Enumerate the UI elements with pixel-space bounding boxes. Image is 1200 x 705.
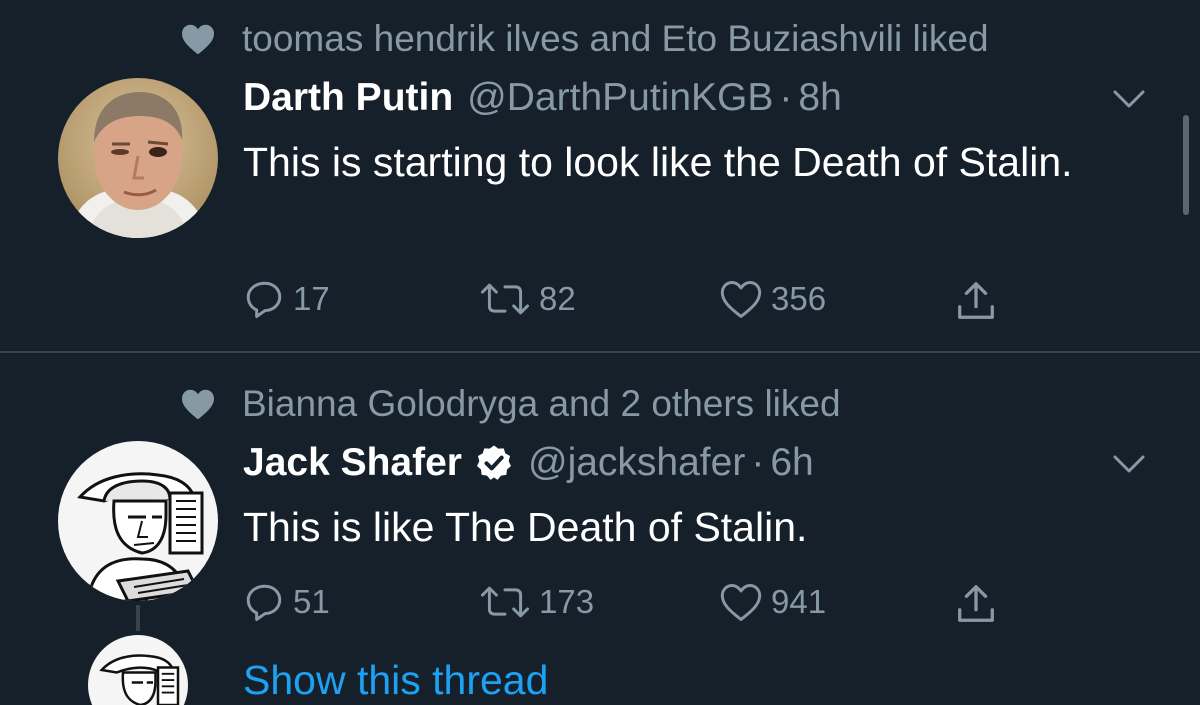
thread-connector-line bbox=[136, 605, 140, 631]
social-context: toomas hendrik ilves and Eto Buziashvili… bbox=[180, 18, 989, 60]
verified-badge-icon bbox=[476, 445, 511, 480]
social-context-text: toomas hendrik ilves and Eto Buziashvili… bbox=[242, 18, 989, 59]
reply-icon bbox=[246, 281, 282, 318]
display-name[interactable]: Darth Putin bbox=[243, 76, 453, 120]
handle[interactable]: @jackshafer bbox=[528, 441, 745, 485]
social-context: Bianna Golodryga and 2 others liked bbox=[180, 383, 841, 425]
tweet-actions: 51 173 941 bbox=[243, 581, 1023, 627]
like-icon bbox=[720, 281, 762, 318]
reply-button[interactable]: 51 bbox=[243, 581, 330, 623]
timeline: toomas hendrik ilves and Eto Buziashvili… bbox=[0, 0, 1200, 705]
like-count: 941 bbox=[771, 583, 827, 620]
heart-solid-icon bbox=[182, 389, 214, 420]
like-button[interactable]: 356 bbox=[719, 278, 826, 320]
thread-avatar[interactable] bbox=[88, 635, 188, 705]
tweet-text: This is like The Death of Stalin. bbox=[243, 504, 808, 550]
social-context-text: Bianna Golodryga and 2 others liked bbox=[242, 383, 841, 424]
share-icon bbox=[958, 585, 994, 622]
scrollbar[interactable] bbox=[1183, 115, 1189, 215]
avatar[interactable] bbox=[58, 441, 218, 601]
retweet-icon bbox=[480, 283, 530, 315]
share-button[interactable] bbox=[953, 278, 999, 324]
display-name[interactable]: Jack Shafer bbox=[243, 441, 462, 485]
avatar-image bbox=[58, 78, 218, 238]
like-button[interactable]: 941 bbox=[719, 581, 826, 623]
reply-button[interactable]: 17 bbox=[243, 278, 330, 320]
timestamp[interactable]: 6h bbox=[770, 441, 813, 485]
tweet-header: Jack Shafer @jackshafer · 6h bbox=[243, 441, 814, 485]
retweet-button[interactable]: 82 bbox=[479, 278, 576, 320]
share-button[interactable] bbox=[953, 581, 999, 627]
chevron-down-icon[interactable] bbox=[1112, 88, 1146, 110]
retweet-count: 173 bbox=[539, 583, 595, 620]
reply-count: 17 bbox=[293, 280, 330, 317]
tweet-card[interactable]: Bianna Golodryga and 2 others liked Jack… bbox=[0, 353, 1200, 705]
like-count: 356 bbox=[771, 280, 827, 317]
tweet-text: This is starting to look like the Death … bbox=[243, 139, 1073, 185]
timestamp[interactable]: 8h bbox=[798, 76, 841, 120]
share-icon bbox=[958, 282, 994, 319]
reply-icon bbox=[246, 584, 282, 621]
retweet-count: 82 bbox=[539, 280, 576, 317]
chevron-down-icon[interactable] bbox=[1112, 453, 1146, 475]
separator-dot: · bbox=[779, 76, 793, 119]
avatar-image bbox=[58, 441, 218, 601]
thread-avatar-image bbox=[88, 635, 188, 705]
retweet-button[interactable]: 173 bbox=[479, 581, 594, 623]
handle[interactable]: @DarthPutinKGB bbox=[467, 76, 773, 120]
tweet-header: Darth Putin @DarthPutinKGB · 8h bbox=[243, 76, 842, 120]
separator-dot: · bbox=[751, 441, 765, 484]
heart-solid-icon bbox=[182, 24, 214, 55]
show-thread-link[interactable]: Show this thread bbox=[243, 657, 548, 704]
like-icon bbox=[720, 584, 762, 621]
avatar[interactable] bbox=[58, 78, 218, 238]
tweet-card[interactable]: toomas hendrik ilves and Eto Buziashvili… bbox=[0, 0, 1200, 352]
retweet-icon bbox=[480, 586, 530, 618]
tweet-actions: 17 82 356 bbox=[243, 278, 1023, 324]
reply-count: 51 bbox=[293, 583, 330, 620]
